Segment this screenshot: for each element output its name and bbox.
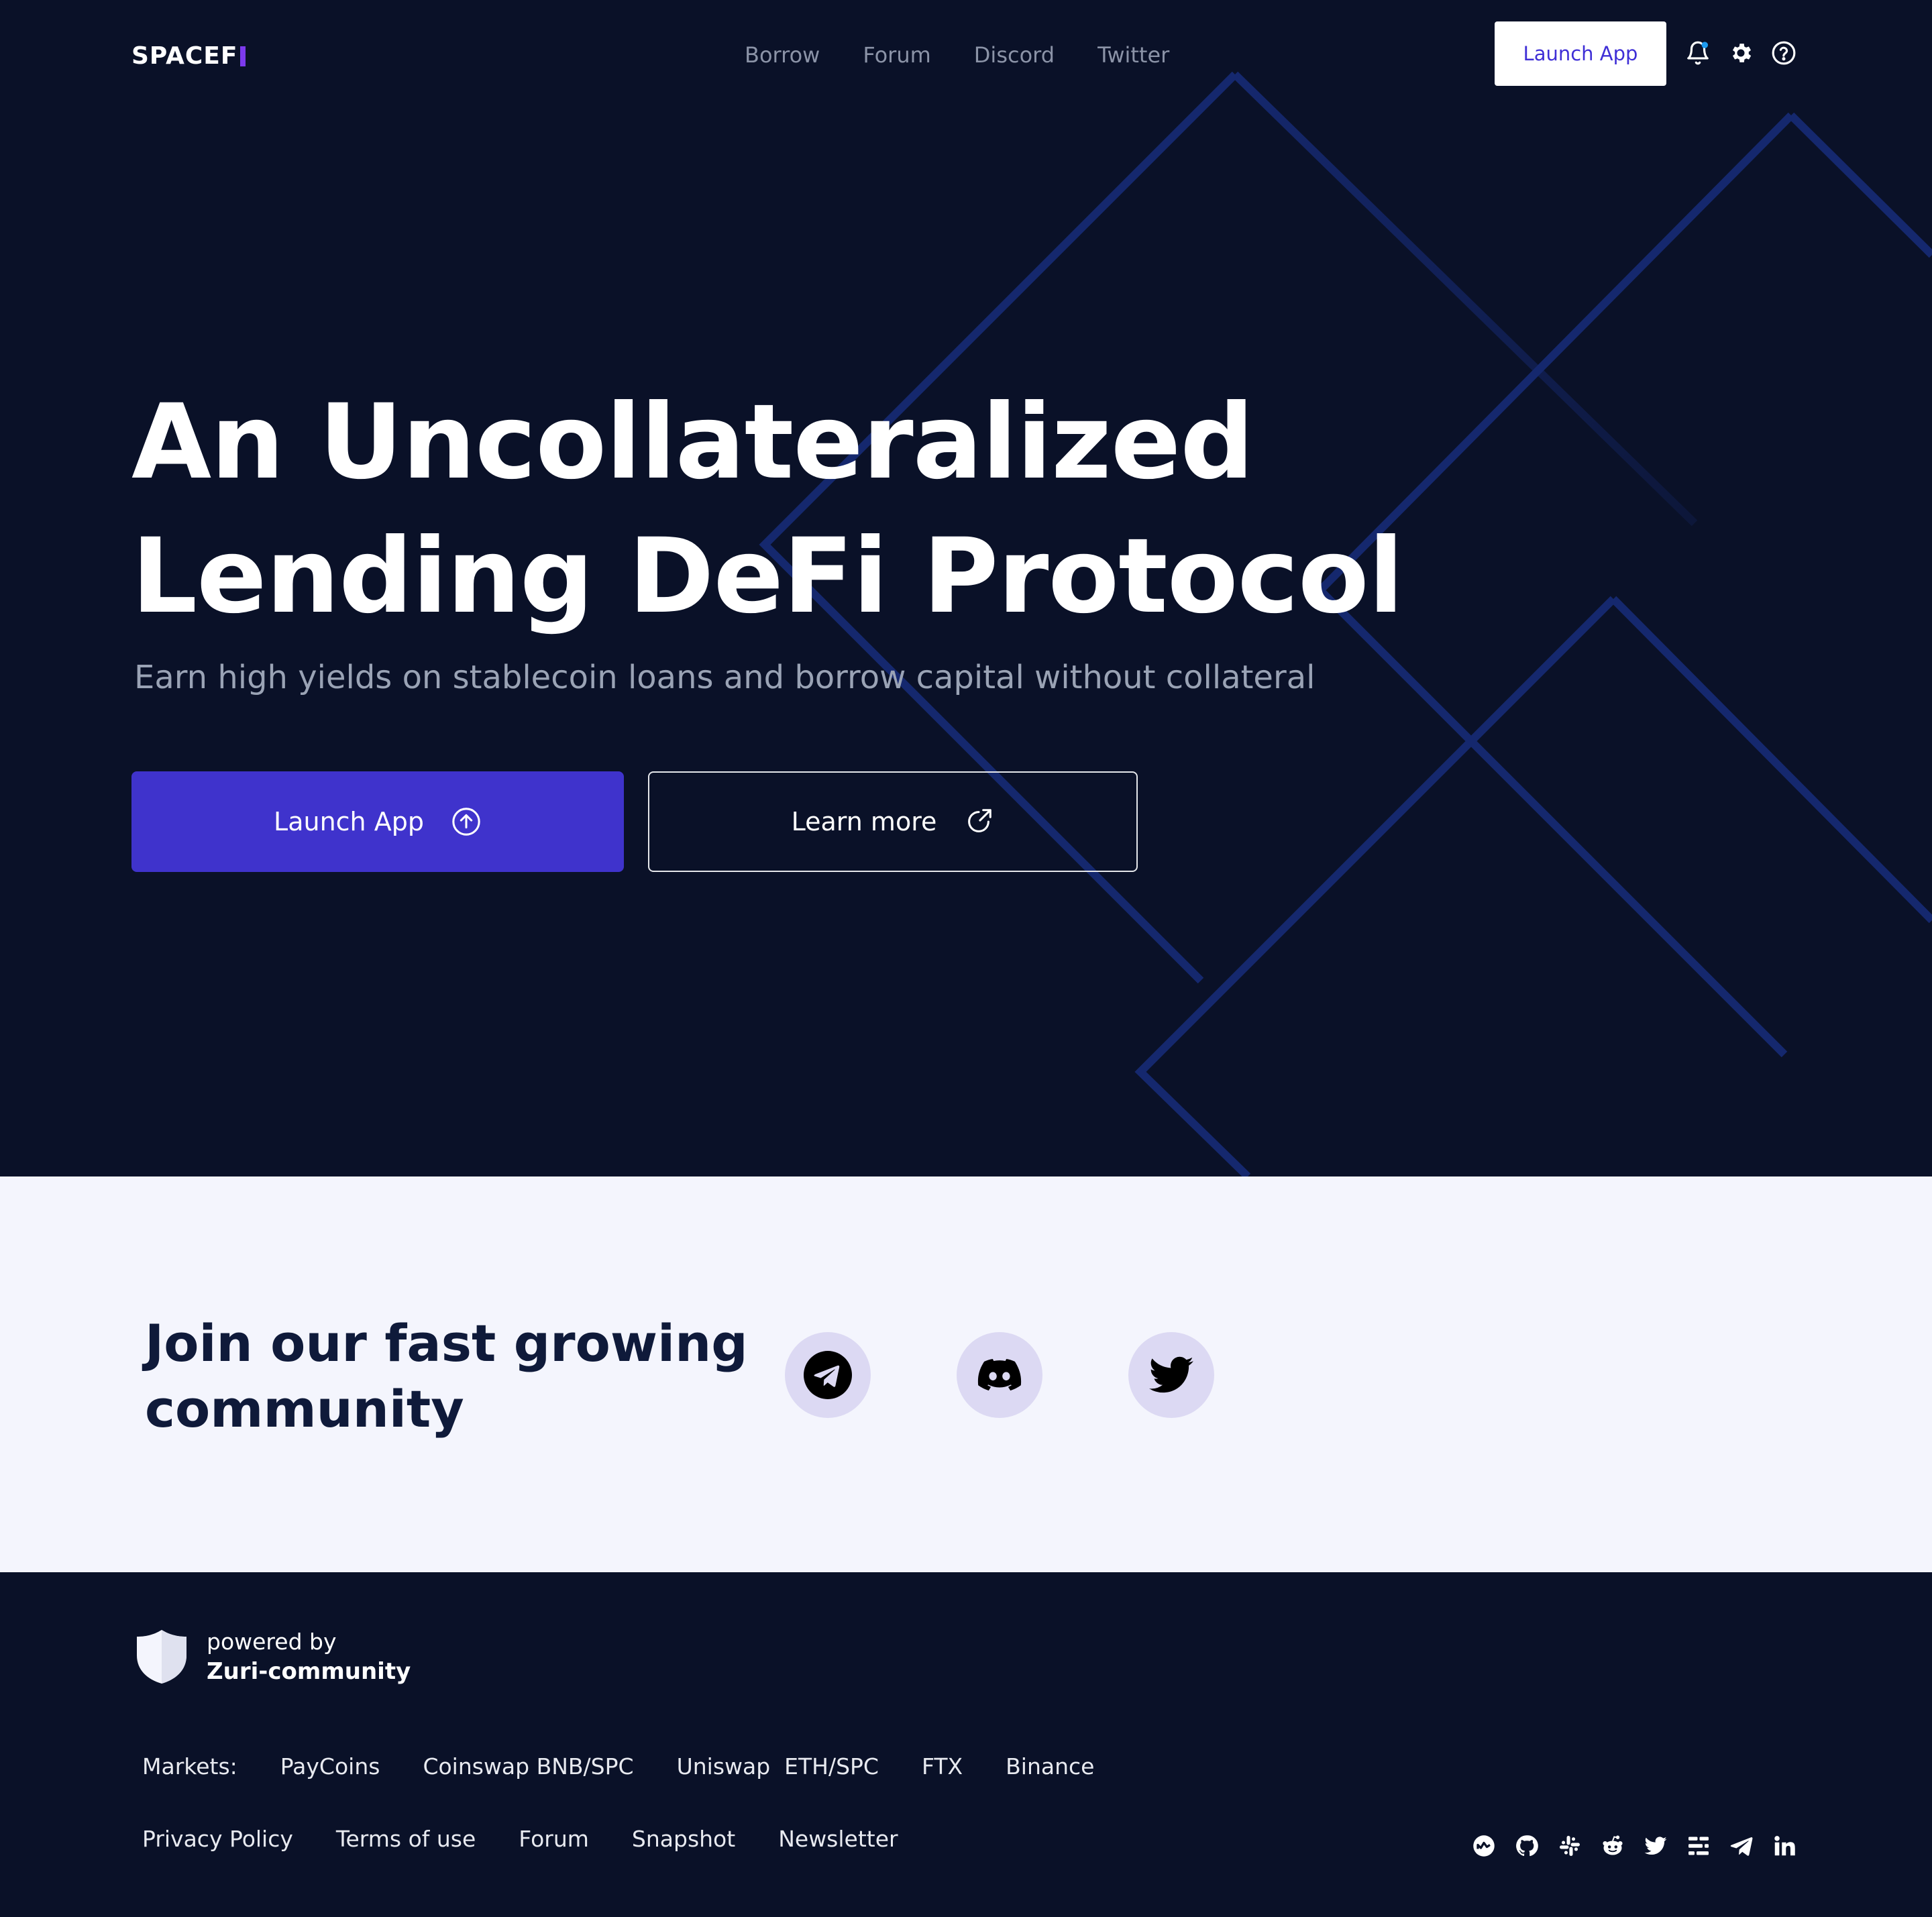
footer-links: Privacy Policy Terms of use Forum Snapsh… — [142, 1822, 898, 1857]
external-link-icon — [963, 806, 994, 837]
slack-icon[interactable] — [1558, 1834, 1582, 1858]
medium-icon[interactable] — [1686, 1834, 1711, 1858]
reddit-icon[interactable] — [1601, 1834, 1625, 1858]
launch-app-button[interactable]: Launch App — [131, 771, 624, 872]
nav-borrow-link[interactable]: Borrow — [745, 39, 820, 71]
hero-title-line-1: An Uncollateralized — [131, 382, 1254, 502]
brand-logo[interactable]: SPACEF — [131, 42, 246, 71]
linkedin-icon[interactable] — [1772, 1834, 1796, 1858]
shield-icon — [136, 1629, 188, 1685]
hero-subtitle: Earn high yields on stablecoin loans and… — [134, 659, 1316, 696]
telegram-button[interactable] — [785, 1332, 871, 1418]
arrow-up-circle-icon — [451, 806, 482, 837]
telegram-icon — [804, 1351, 852, 1399]
nav-twitter-link[interactable]: Twitter — [1097, 39, 1169, 71]
zuri-community-link[interactable]: Zuri-community — [207, 1657, 411, 1686]
github-icon[interactable] — [1515, 1834, 1539, 1858]
nav-forum-link[interactable]: Forum — [863, 39, 930, 71]
footer: powered by Zuri-community Markets: PayCo… — [0, 1572, 1932, 1917]
learn-more-button[interactable]: Learn more — [648, 771, 1138, 872]
footer-social-icons — [1472, 1834, 1796, 1858]
privacy-policy-link[interactable]: Privacy Policy — [142, 1822, 293, 1857]
brand-logo-mark — [240, 46, 246, 66]
launch-app-label: Launch App — [274, 807, 424, 836]
market-link-binance[interactable]: Binance — [1006, 1749, 1094, 1784]
discord-button[interactable] — [957, 1332, 1042, 1418]
markets-label: Markets: — [142, 1753, 237, 1779]
help-icon[interactable] — [1771, 40, 1796, 66]
learn-more-label: Learn more — [791, 807, 937, 836]
markets-row: Markets: PayCoins Coinswap BNB/SPC Unisw… — [142, 1749, 1094, 1784]
terms-of-use-link[interactable]: Terms of use — [336, 1822, 476, 1857]
coinmarketcap-icon[interactable] — [1472, 1834, 1496, 1858]
gear-icon[interactable] — [1728, 40, 1754, 66]
discord-icon — [977, 1359, 1022, 1391]
community-section: Join our fast growing community — [0, 1176, 1932, 1572]
nav-discord-link[interactable]: Discord — [974, 39, 1055, 71]
hero-section: SPACEF Borrow Forum Discord Twitter Laun… — [0, 0, 1932, 1176]
main-nav: Borrow Forum Discord Twitter — [745, 39, 1169, 71]
bell-icon[interactable] — [1685, 40, 1711, 66]
market-link-paycoins[interactable]: PayCoins — [280, 1749, 380, 1784]
telegram-small-icon[interactable] — [1729, 1834, 1754, 1858]
twitter-icon — [1149, 1356, 1193, 1393]
community-title-line-2: community — [145, 1379, 464, 1439]
powered-by-label: powered by — [207, 1629, 337, 1655]
community-title: Join our fast growing community — [145, 1311, 749, 1442]
forum-link[interactable]: Forum — [519, 1822, 589, 1857]
twitter-button[interactable] — [1128, 1332, 1214, 1418]
twitter-small-icon[interactable] — [1644, 1834, 1668, 1858]
header-launch-app-button[interactable]: Launch App — [1495, 21, 1666, 86]
market-link-ftx[interactable]: FTX — [922, 1749, 963, 1784]
snapshot-link[interactable]: Snapshot — [632, 1822, 735, 1857]
hero-title-line-2: Lending DeFi Protocol — [131, 516, 1404, 637]
market-link-coinswap[interactable]: Coinswap BNB/SPC — [423, 1749, 633, 1784]
market-link-uniswap[interactable]: Uniswap ETH/SPC — [677, 1749, 879, 1784]
community-title-line-1: Join our fast growing — [145, 1313, 748, 1373]
newsletter-link[interactable]: Newsletter — [778, 1822, 898, 1857]
hero-title: An Uncollateralized Lending DeFi Protoco… — [131, 376, 1406, 644]
brand-logo-text: SPACEF — [131, 42, 238, 70]
